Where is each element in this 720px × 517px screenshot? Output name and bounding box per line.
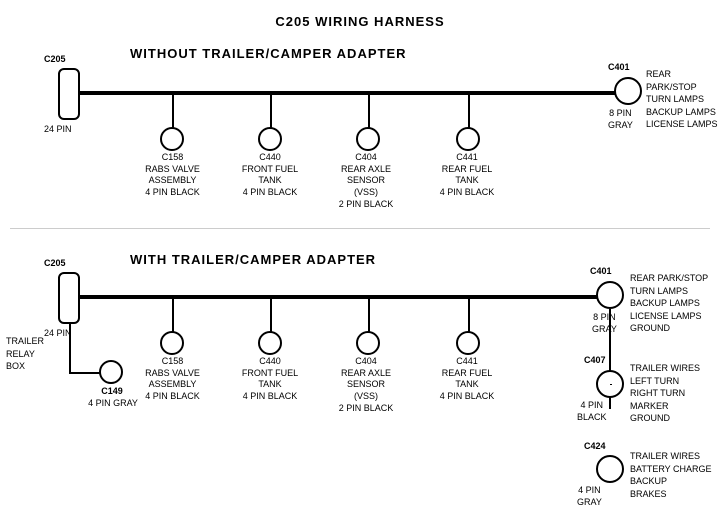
c205-sublabel-s2: 24 PIN <box>44 328 72 340</box>
vline-c404-s2 <box>368 297 370 332</box>
c401-sublabel-s2: 8 PINGRAY <box>592 312 617 335</box>
c441-label-s2: C441REAR FUELTANK4 PIN BLACK <box>437 356 497 403</box>
c440-label-s2: C440FRONT FUELTANK4 PIN BLACK <box>240 356 300 403</box>
c440-label-s1: C440FRONT FUELTANK4 PIN BLACK <box>240 152 300 199</box>
c158-label-s2: C158RABS VALVEASSEMBLY4 PIN BLACK <box>140 356 205 403</box>
vline-c441-s1 <box>468 93 470 128</box>
c401-label-s1: C401 <box>608 62 630 74</box>
c158-connector-s2 <box>160 331 184 355</box>
c407-hline <box>610 384 612 385</box>
c205-sublabel-s1: 24 PIN <box>44 124 72 136</box>
section2-label: WITH TRAILER/CAMPER ADAPTER <box>130 252 376 267</box>
c440-connector-s2 <box>258 331 282 355</box>
c441-connector-s1 <box>456 127 480 151</box>
c404-connector-s1 <box>356 127 380 151</box>
hline-s2 <box>80 295 614 299</box>
c441-label-s1: C441REAR FUELTANK4 PIN BLACK <box>437 152 497 199</box>
c205-connector-s2 <box>58 272 80 324</box>
vline-c440-s2 <box>270 297 272 332</box>
c440-connector-s1 <box>258 127 282 151</box>
c424-connector-s2 <box>596 455 624 483</box>
c404-label-s2: C404REAR AXLESENSOR(VSS)2 PIN BLACK <box>336 356 396 414</box>
c404-label-s1: C404REAR AXLESENSOR(VSS)2 PIN BLACK <box>336 152 396 210</box>
divider <box>10 228 710 229</box>
hline-s1 <box>80 91 632 95</box>
vline-c158-s1 <box>172 93 174 128</box>
vline-c404-s1 <box>368 93 370 128</box>
c424-label-s2: C424 <box>584 441 606 453</box>
vline-c441-s2 <box>468 297 470 332</box>
c401-sublabel-s1: 8 PINGRAY <box>608 108 633 131</box>
c205-label-s1: C205 <box>44 54 66 66</box>
c149-label: C149 <box>87 386 137 398</box>
c401-connector-s2 <box>596 281 624 309</box>
diagram-container: C205 WIRING HARNESS WITHOUT TRAILER/CAMP… <box>0 0 720 490</box>
vline-c158-s2 <box>172 297 174 332</box>
vline-c440-s1 <box>270 93 272 128</box>
c149-sublabel: 4 PIN GRAY <box>84 398 142 410</box>
c441-connector-s2 <box>456 331 480 355</box>
c158-connector-s1 <box>160 127 184 151</box>
c205-connector-s1 <box>58 68 80 120</box>
c407-label-s2: C407 <box>584 355 606 367</box>
c158-label-s1: C158RABS VALVEASSEMBLY4 PIN BLACK <box>140 152 205 199</box>
trailer-relay-label: TRAILERRELAYBOX <box>6 335 44 373</box>
vline-trailer-relay <box>69 324 71 374</box>
c401-right-label-s2: REAR PARK/STOPTURN LAMPSBACKUP LAMPSLICE… <box>630 272 708 335</box>
c407-right-label-s2: TRAILER WIRESLEFT TURNRIGHT TURNMARKERGR… <box>630 362 700 425</box>
c404-connector-s2 <box>356 331 380 355</box>
section1-label: WITHOUT TRAILER/CAMPER ADAPTER <box>130 46 407 61</box>
c424-right-label-s2: TRAILER WIRESBATTERY CHARGEBACKUPBRAKES <box>630 450 712 500</box>
c401-label-s2: C401 <box>590 266 612 278</box>
c424-sublabel-s2: 4 PINGRAY <box>577 485 602 508</box>
c407-sublabel-s2: 4 PINBLACK <box>577 400 607 423</box>
c149-connector <box>99 360 123 384</box>
c401-right-label-s1: REAR PARK/STOPTURN LAMPSBACKUP LAMPSLICE… <box>646 68 720 131</box>
c205-label-s2: C205 <box>44 258 66 270</box>
page-title: C205 WIRING HARNESS <box>0 6 720 29</box>
c401-connector-s1 <box>614 77 642 105</box>
